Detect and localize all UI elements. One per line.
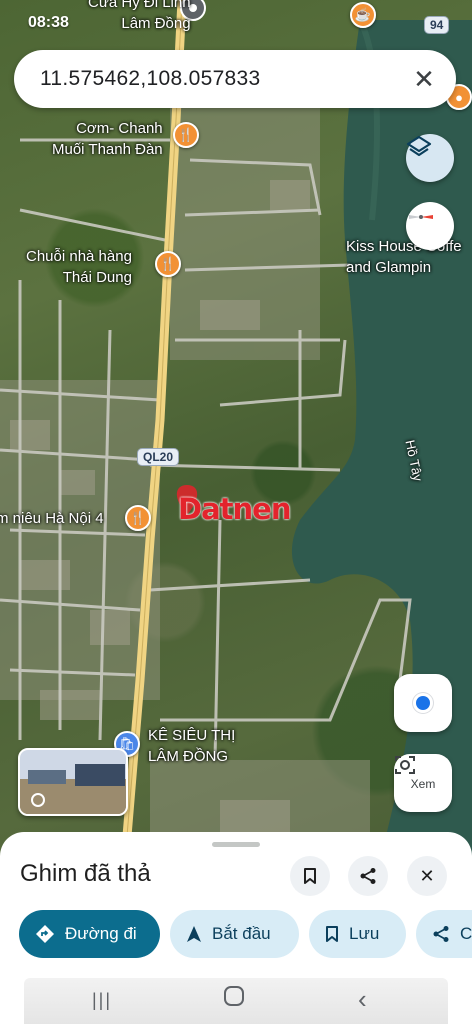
map-label-restaurant-3[interactable]: m niêu Hà Nội 4 <box>0 508 104 529</box>
start-navigation-button[interactable]: Bắt đầu <box>170 910 299 958</box>
share-chip-button[interactable]: C <box>416 910 472 958</box>
layers-button[interactable] <box>406 134 454 182</box>
street-view-image <box>20 764 126 814</box>
clear-search-icon[interactable]: ✕ <box>410 64 438 95</box>
share-icon <box>360 868 376 884</box>
save-label: Lưu <box>349 924 380 943</box>
compass-button[interactable] <box>406 202 454 250</box>
share-chip-label: C <box>460 924 472 943</box>
lens-button[interactable]: Xem <box>394 754 452 812</box>
map-view[interactable]: 08:38 Cửa Hỷ Đi Linh Lâm Đồng ☕ 94 ● Cơm… <box>0 0 472 860</box>
search-query-text[interactable]: 11.575462,108.057833 <box>40 67 410 91</box>
map-label-supermarket[interactable]: KÊ SIÊU THỊ LÂM ĐỒNG <box>148 725 235 767</box>
bookmark-outline-icon <box>325 925 339 943</box>
lens-camera-icon <box>395 756 415 774</box>
route-ql20-badge: QL20 <box>137 448 180 466</box>
my-location-icon <box>416 696 430 710</box>
bookmark-icon <box>304 868 316 884</box>
map-label-restaurant-1[interactable]: Cơm- Chanh Muối Thanh Đàn <box>52 118 163 160</box>
directions-button[interactable]: Đường đi <box>19 910 160 958</box>
bookmark-button[interactable] <box>290 856 330 896</box>
compass-icon <box>409 215 433 219</box>
share-button[interactable] <box>348 856 388 896</box>
home-icon[interactable] <box>224 986 244 1006</box>
map-label-restaurant-2[interactable]: Chuỗi nhà hàng Thái Dung <box>26 246 132 288</box>
lens-label: Xem <box>410 777 436 791</box>
cafe-poi-icon[interactable]: ☕ <box>350 2 376 28</box>
back-icon[interactable]: ‹ <box>358 984 367 1015</box>
sheet-drag-handle[interactable] <box>212 842 260 847</box>
directions-icon <box>35 924 55 944</box>
status-time: 08:38 <box>28 14 69 31</box>
start-label: Bắt đầu <box>212 924 271 943</box>
layers-icon <box>406 135 432 157</box>
watermark-logo: Datnen <box>178 492 291 526</box>
place-bottom-sheet[interactable]: Ghim đã thả ✕ Đường đi Bắt đầu Lưu C |||… <box>0 832 472 1024</box>
street-view-thumbnail[interactable] <box>18 748 128 816</box>
share-chip-icon <box>432 925 450 943</box>
restaurant-poi-icon[interactable]: 🍴 <box>125 505 151 531</box>
recent-apps-icon[interactable]: ||| <box>92 990 112 1011</box>
restaurant-poi-icon[interactable]: 🍴 <box>155 251 181 277</box>
route-94-badge: 94 <box>424 16 450 34</box>
search-bar[interactable]: 11.575462,108.057833 ✕ <box>14 50 456 108</box>
close-icon: ✕ <box>419 865 435 886</box>
my-location-button[interactable] <box>394 674 452 732</box>
save-button[interactable]: Lưu <box>309 910 406 958</box>
close-sheet-button[interactable]: ✕ <box>407 856 447 896</box>
navigation-arrow-icon <box>186 925 202 943</box>
directions-label: Đường đi <box>65 924 137 943</box>
restaurant-poi-icon[interactable]: 🍴 <box>173 122 199 148</box>
sheet-title: Ghim đã thả <box>20 860 151 887</box>
map-label-top-place: Cửa Hỷ Đi Linh Lâm Đồng <box>88 0 191 32</box>
